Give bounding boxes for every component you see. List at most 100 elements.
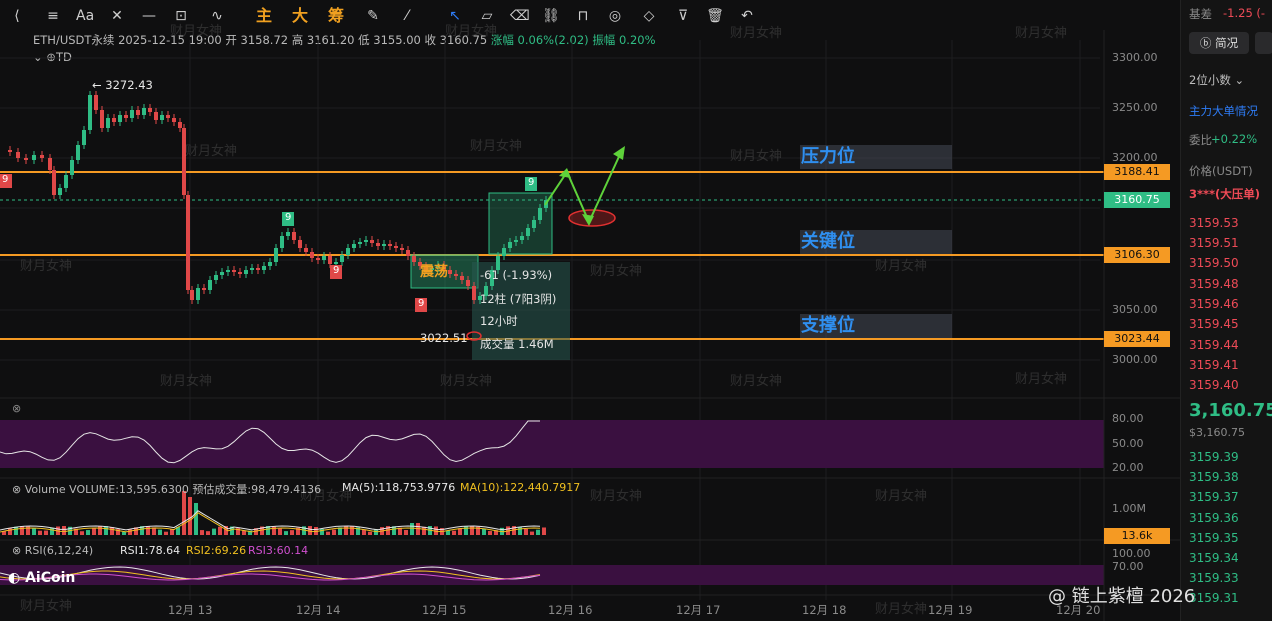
bid-price: 3159.36 bbox=[1189, 511, 1239, 525]
candle-body bbox=[64, 175, 68, 188]
candle-body bbox=[48, 158, 52, 170]
candle-body bbox=[226, 270, 230, 272]
support-price-label: 3023.44 bbox=[1104, 331, 1170, 347]
candle-body bbox=[124, 115, 128, 118]
bid-price: 3159.38 bbox=[1189, 470, 1239, 484]
watermark: 财月女神 bbox=[440, 374, 493, 389]
volume-bar bbox=[518, 526, 522, 535]
volume-bar bbox=[344, 526, 348, 535]
candle-body bbox=[346, 248, 350, 255]
extra-button[interactable] bbox=[1255, 32, 1272, 54]
volume-ma10-label: MA(10):122,440.7917 bbox=[460, 481, 581, 494]
volume-bar bbox=[362, 529, 366, 535]
candle-body bbox=[448, 270, 452, 274]
date-axis-tick: 12月 18 bbox=[802, 603, 847, 617]
candle-body bbox=[160, 115, 164, 120]
candle-body bbox=[100, 110, 104, 128]
watermark: 财月女神 bbox=[470, 139, 523, 154]
volume-bar bbox=[110, 527, 114, 535]
brief-button[interactable]: ⓑ 简况 bbox=[1189, 32, 1249, 54]
td-number: 9 bbox=[528, 177, 535, 188]
consolidation-label: 震荡 bbox=[420, 264, 448, 280]
date-axis-tick: 12月 13 bbox=[168, 603, 213, 617]
volume-axis-tick: 1.00M bbox=[1112, 502, 1146, 515]
rsi-axis-tick: 80.00 bbox=[1112, 412, 1144, 425]
watermark: 财月女神 bbox=[300, 489, 353, 504]
watermark: 财月女神 bbox=[445, 24, 498, 39]
candle-body bbox=[148, 108, 152, 112]
ask-price: 3159.40 bbox=[1189, 378, 1239, 392]
ratio-label: 委比 bbox=[1189, 133, 1212, 147]
td-markers bbox=[0, 174, 537, 312]
price-axis-tick: 3300.00 bbox=[1112, 51, 1158, 64]
candle-body bbox=[178, 122, 182, 128]
author-brand: @ 链上紫檀 2026 bbox=[1048, 586, 1196, 607]
ask-price: 3159.46 bbox=[1189, 297, 1239, 311]
volume-bar bbox=[206, 531, 210, 535]
price-chart[interactable] bbox=[0, 0, 1180, 621]
price-axis-tick: 3000.00 bbox=[1112, 353, 1158, 366]
watermark: 财月女神 bbox=[590, 489, 643, 504]
volume-bar bbox=[218, 526, 222, 535]
decimals-select[interactable]: 2位小数 ⌄ bbox=[1189, 72, 1244, 88]
watermark: 财月女神 bbox=[730, 26, 783, 41]
rsi-settings-icon[interactable]: ⊗ bbox=[12, 402, 21, 415]
candle-body bbox=[502, 248, 506, 256]
candle-body bbox=[388, 244, 392, 246]
candle-body bbox=[406, 250, 410, 256]
watermark: 财月女神 bbox=[170, 24, 223, 39]
date-axis-tick: 12月 15 bbox=[422, 603, 467, 617]
ratio-value: +0.22% bbox=[1211, 132, 1258, 146]
measure-duration: 12小时 bbox=[480, 314, 518, 328]
candle-body bbox=[292, 232, 296, 240]
volume-bar bbox=[530, 531, 534, 535]
bid-price: 3159.34 bbox=[1189, 551, 1239, 565]
candle-body bbox=[310, 252, 314, 258]
bid-price: 3159.35 bbox=[1189, 531, 1239, 545]
current-price-label: 3160.75 bbox=[1104, 192, 1170, 208]
candle-body bbox=[52, 170, 56, 195]
candle-body bbox=[166, 115, 170, 118]
candle-body bbox=[82, 130, 86, 145]
watermark: 财月女神 bbox=[730, 374, 783, 389]
key-level-label: 关键位 bbox=[800, 230, 952, 254]
candle-body bbox=[328, 256, 332, 264]
candle-body bbox=[8, 150, 12, 152]
volume-bar bbox=[422, 526, 426, 535]
candle-body bbox=[202, 288, 206, 290]
candle-body bbox=[142, 108, 146, 115]
volume-label: ⊗ Volume VOLUME:13,595.6300 预估成交量:98,479… bbox=[12, 483, 322, 496]
candle-body bbox=[268, 262, 272, 266]
volume-bar bbox=[86, 530, 90, 535]
resistance-price-label: 3188.41 bbox=[1104, 164, 1170, 180]
volume-bar bbox=[146, 526, 150, 535]
watermark: 财月女神 bbox=[875, 259, 928, 274]
candle-body bbox=[412, 256, 416, 262]
candle-body bbox=[262, 266, 266, 270]
bid-price: 3159.37 bbox=[1189, 490, 1239, 504]
volume-bar bbox=[368, 531, 372, 535]
last-price-usd: $3,160.75 bbox=[1189, 426, 1245, 439]
candle-body bbox=[520, 236, 524, 240]
ask-price: 3159.48 bbox=[1189, 277, 1239, 291]
rsi2-label: ⊗ RSI(6,12,24) bbox=[12, 544, 94, 557]
candle-body bbox=[460, 276, 464, 280]
watermark: 财月女神 bbox=[875, 602, 928, 617]
candle-body bbox=[16, 152, 20, 158]
ask-price: 3159.51 bbox=[1189, 236, 1239, 250]
volume-bar bbox=[62, 526, 66, 535]
candle-body bbox=[58, 188, 62, 195]
volume-ma5-line bbox=[0, 510, 541, 531]
measure-change: -61 (-1.93%) bbox=[480, 268, 553, 282]
candle-body bbox=[376, 243, 380, 246]
volume-ma5-label: MA(5):118,753.9776 bbox=[342, 481, 456, 494]
candle-body bbox=[238, 272, 242, 274]
big-orders-link[interactable]: 主力大单情况 bbox=[1189, 103, 1258, 119]
volume-bar bbox=[194, 503, 198, 535]
volume-bar bbox=[38, 530, 42, 535]
candle-body bbox=[298, 240, 302, 248]
watermark: 财月女神 bbox=[590, 264, 643, 279]
resistance-level-label: 压力位 bbox=[800, 145, 952, 169]
candle-body bbox=[382, 244, 386, 246]
volume-current-label: 13.6k bbox=[1104, 528, 1170, 544]
